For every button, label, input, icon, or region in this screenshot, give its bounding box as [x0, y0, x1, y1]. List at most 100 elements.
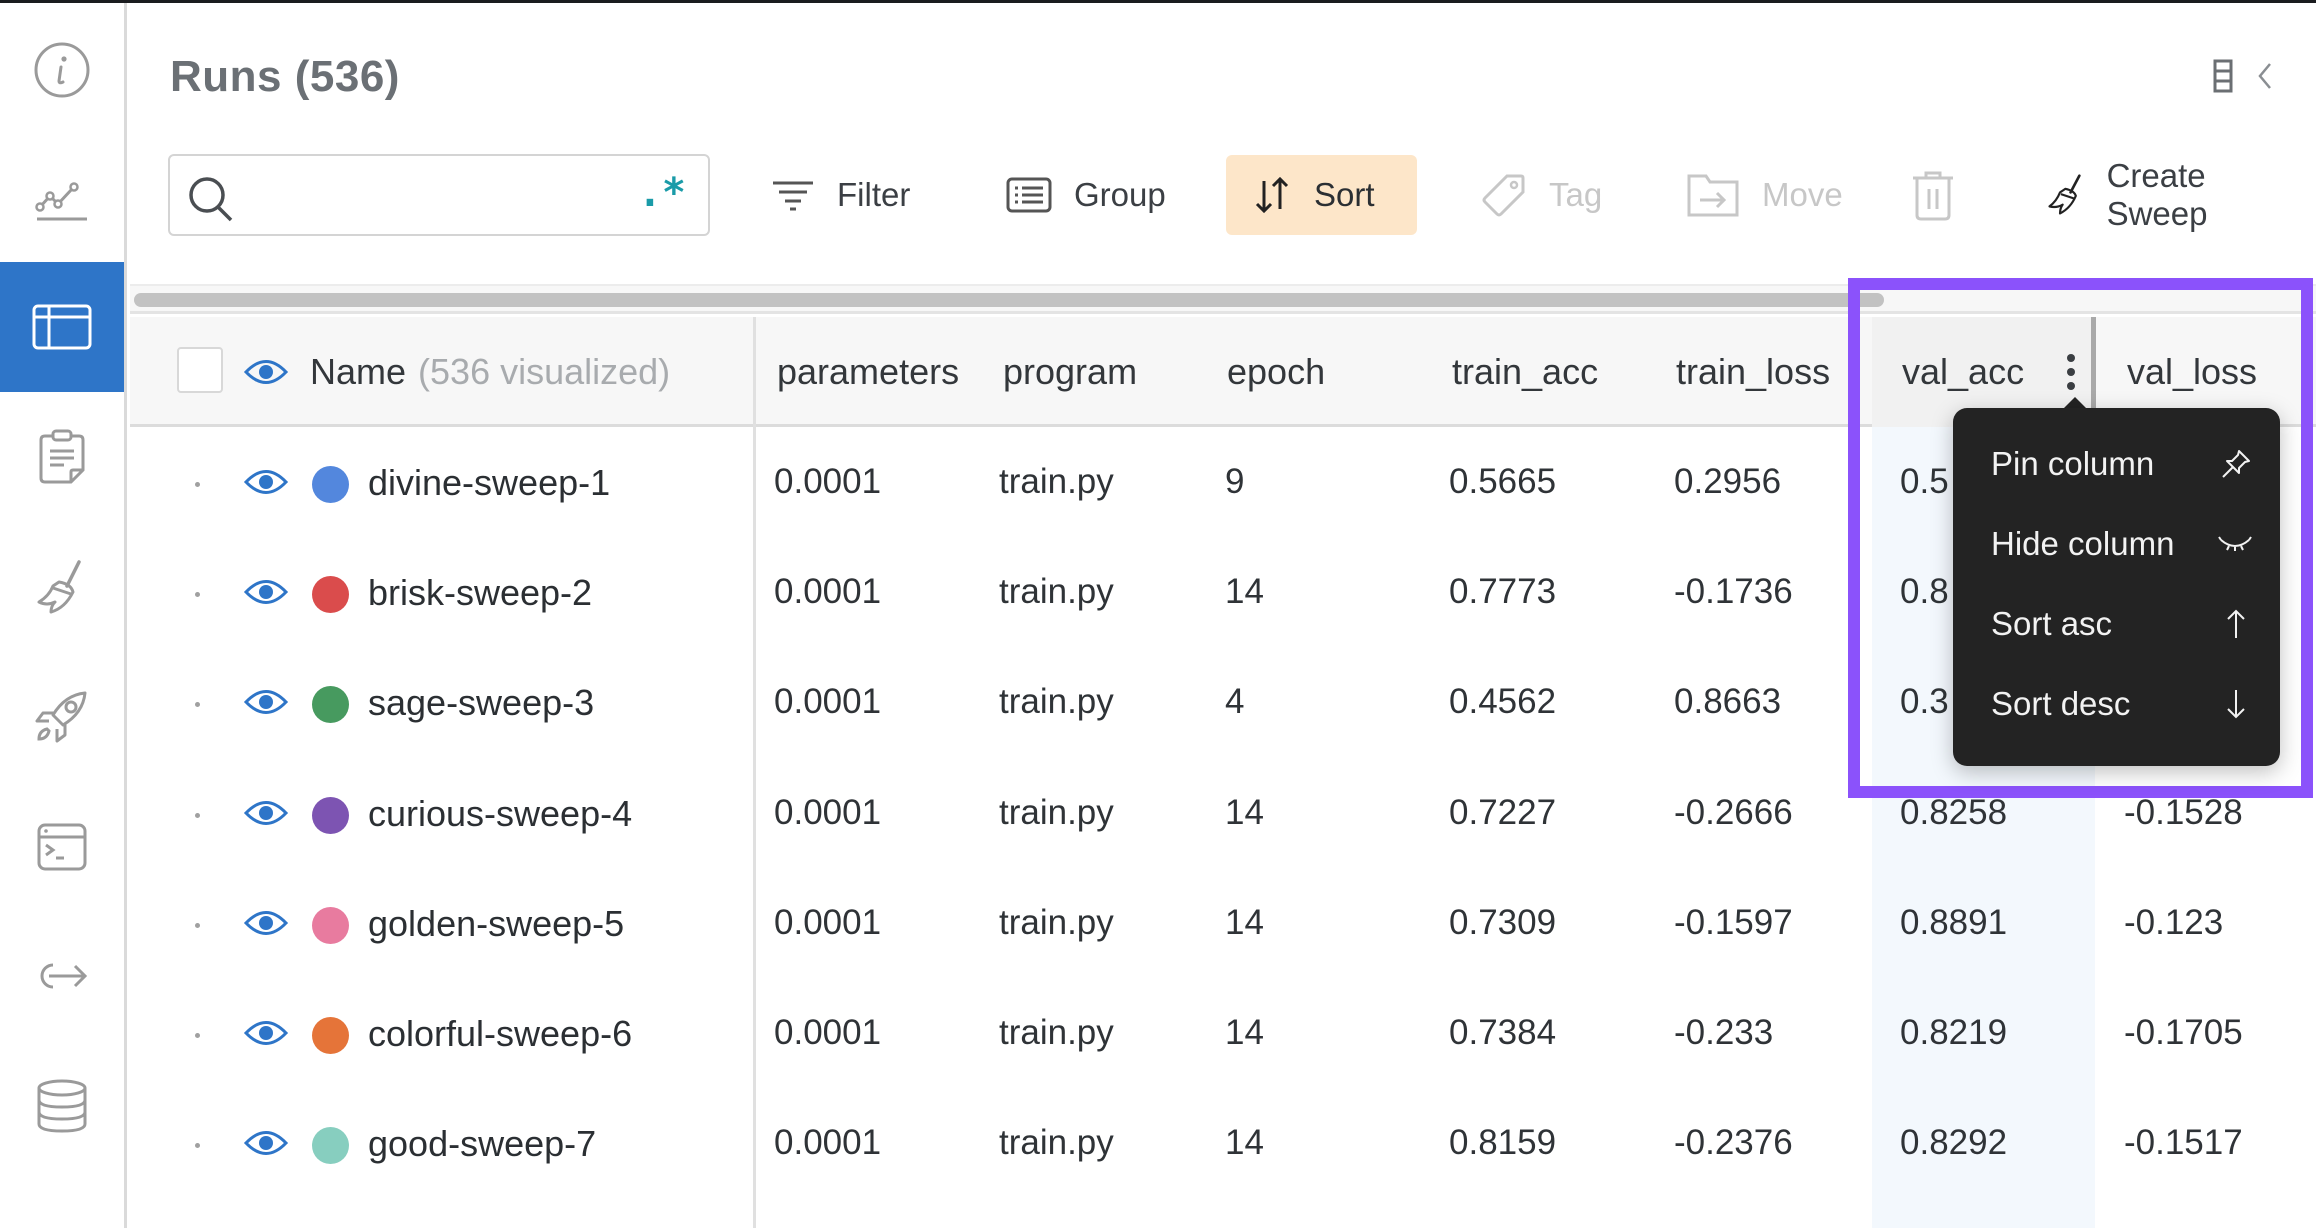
eye-icon[interactable] — [243, 798, 289, 833]
cell-val-loss: -0.1528 — [2124, 792, 2243, 832]
table-row[interactable]: golden-sweep-5 0.0001 train.py 14 0.7309 -0.1… — [130, 870, 2316, 980]
group-button[interactable]: Group — [980, 155, 1192, 235]
arrow-down-icon — [2227, 690, 2245, 719]
menu-item-sort-asc[interactable]: Sort asc — [1953, 584, 2280, 664]
row-drag-handle[interactable] — [195, 702, 200, 708]
arrow-up-icon — [2227, 609, 2245, 638]
run-name[interactable]: sage-sweep-3 — [368, 682, 594, 724]
run-color-swatch[interactable] — [312, 466, 349, 503]
column-header-program[interactable]: program — [1003, 317, 1137, 427]
cell-program: train.py — [999, 902, 1114, 942]
column-layout-button[interactable] — [2212, 58, 2234, 94]
group-icon — [1006, 177, 1052, 213]
tag-label: Tag — [1549, 176, 1603, 213]
cell-parameters: 0.0001 — [774, 462, 882, 501]
cell-epoch: 4 — [1225, 682, 1245, 722]
cell-train-loss: 0.8663 — [1674, 682, 1782, 722]
cell-epoch: 9 — [1225, 462, 1245, 501]
search-icon — [189, 177, 233, 222]
column-header-train-loss[interactable]: train_loss — [1676, 317, 1830, 427]
menu-item-pin-column[interactable]: Pin column — [1953, 424, 2280, 504]
hide-column-label: Hide column — [1991, 525, 2175, 562]
run-color-swatch[interactable] — [312, 686, 349, 724]
run-color-swatch[interactable] — [312, 796, 349, 834]
cell-parameters: 0.0001 — [774, 792, 882, 832]
window-top-border — [0, 0, 2316, 3]
run-name[interactable]: golden-sweep-5 — [368, 903, 624, 945]
row-drag-handle[interactable] — [195, 922, 200, 928]
cell-epoch: 14 — [1225, 1123, 1264, 1163]
broom-icon — [37, 560, 81, 614]
row-drag-handle[interactable] — [195, 1033, 200, 1038]
cell-train-loss: -0.233 — [1674, 1013, 1774, 1052]
column-header-train-acc[interactable]: train_acc — [1452, 317, 1598, 427]
run-color-swatch[interactable] — [312, 1127, 349, 1165]
search-input[interactable] — [246, 166, 626, 226]
cell-epoch: 14 — [1225, 1013, 1264, 1052]
sidebar-item-reports[interactable] — [0, 392, 124, 522]
row-drag-handle[interactable] — [195, 482, 200, 487]
name-column-header[interactable]: Name (536 visualized) — [244, 317, 670, 427]
tag-button[interactable]: Tag — [1455, 155, 1628, 235]
sidebar-item-sweeps[interactable] — [0, 522, 124, 652]
arrow-out-icon — [40, 963, 88, 989]
cell-parameters: 0.0001 — [774, 1123, 882, 1163]
eye-icon[interactable] — [243, 1128, 289, 1163]
column-layout-icon — [2213, 59, 2233, 93]
row-drag-handle[interactable] — [195, 1143, 200, 1149]
create-sweep-button[interactable]: Create Sweep — [2020, 155, 2316, 235]
sidebar-item-info[interactable] — [0, 5, 124, 135]
cell-train-loss: -0.1597 — [1674, 902, 1793, 942]
cell-val-acc: 0.5 — [1900, 462, 1949, 501]
sidebar-item-runs-table[interactable] — [0, 262, 124, 392]
filter-button[interactable]: Filter — [745, 155, 936, 235]
run-name[interactable]: colorful-sweep-6 — [368, 1013, 632, 1055]
row-drag-handle[interactable] — [195, 812, 200, 818]
table-row[interactable]: curious-sweep-4 0.0001 train.py 14 0.7227 -0.… — [130, 760, 2316, 870]
select-all-checkbox[interactable] — [177, 347, 223, 393]
table-row[interactable]: colorful-sweep-6 0.0001 train.py 14 0.7384 -0… — [130, 980, 2316, 1090]
eye-icon[interactable] — [243, 467, 289, 502]
eye-icon[interactable] — [244, 357, 288, 387]
eye-icon[interactable] — [243, 1018, 289, 1053]
sort-desc-label: Sort desc — [1991, 685, 2131, 722]
filter-label: Filter — [837, 176, 911, 213]
column-menu-kebab-icon[interactable] — [2063, 352, 2079, 392]
sidebar-item-jobs[interactable] — [0, 781, 124, 911]
menu-item-hide-column[interactable]: Hide column — [1953, 504, 2280, 584]
eye-icon[interactable] — [243, 908, 289, 943]
run-color-swatch[interactable] — [312, 576, 349, 614]
cell-train-acc: 0.7309 — [1449, 902, 1557, 942]
run-color-swatch[interactable] — [312, 1017, 349, 1054]
move-button[interactable]: Move — [1660, 155, 1869, 235]
column-header-parameters[interactable]: parameters — [777, 317, 959, 427]
collapse-panel-button[interactable] — [2256, 61, 2274, 91]
run-color-swatch[interactable] — [312, 906, 349, 944]
run-name[interactable]: good-sweep-7 — [368, 1123, 596, 1165]
horizontal-scrollbar-thumb[interactable] — [134, 293, 1884, 307]
row-drag-handle[interactable] — [195, 592, 200, 598]
regex-toggle[interactable]: .* — [638, 170, 686, 216]
eye-icon[interactable] — [243, 687, 289, 722]
run-name[interactable]: curious-sweep-4 — [368, 793, 632, 835]
cell-train-acc: 0.7773 — [1449, 572, 1557, 612]
sidebar-item-charts[interactable] — [0, 133, 124, 263]
run-name[interactable]: divine-sweep-1 — [368, 462, 610, 504]
delete-button[interactable] — [1885, 155, 1981, 235]
clipboard-icon — [39, 429, 85, 484]
database-icon — [37, 1079, 87, 1133]
sidebar-item-automations[interactable] — [0, 911, 124, 1041]
search-field[interactable]: .* — [168, 154, 710, 236]
sort-button[interactable]: Sort — [1226, 155, 1417, 235]
run-name[interactable]: brisk-sweep-2 — [368, 572, 592, 614]
column-header-epoch[interactable]: epoch — [1227, 317, 1325, 427]
cell-val-loss: -0.1517 — [2124, 1123, 2243, 1163]
sidebar-item-launch[interactable] — [0, 651, 124, 781]
cell-val-acc: 0.3 — [1900, 682, 1949, 722]
cell-program: train.py — [999, 462, 1114, 501]
table-row[interactable]: good-sweep-7 0.0001 train.py 14 0.8159 -0.237… — [130, 1090, 2316, 1200]
menu-item-sort-desc[interactable]: Sort desc — [1953, 664, 2280, 744]
eye-icon[interactable] — [243, 577, 289, 612]
sidebar-item-artifacts[interactable] — [0, 1041, 124, 1171]
run-count: (536) — [294, 52, 400, 101]
